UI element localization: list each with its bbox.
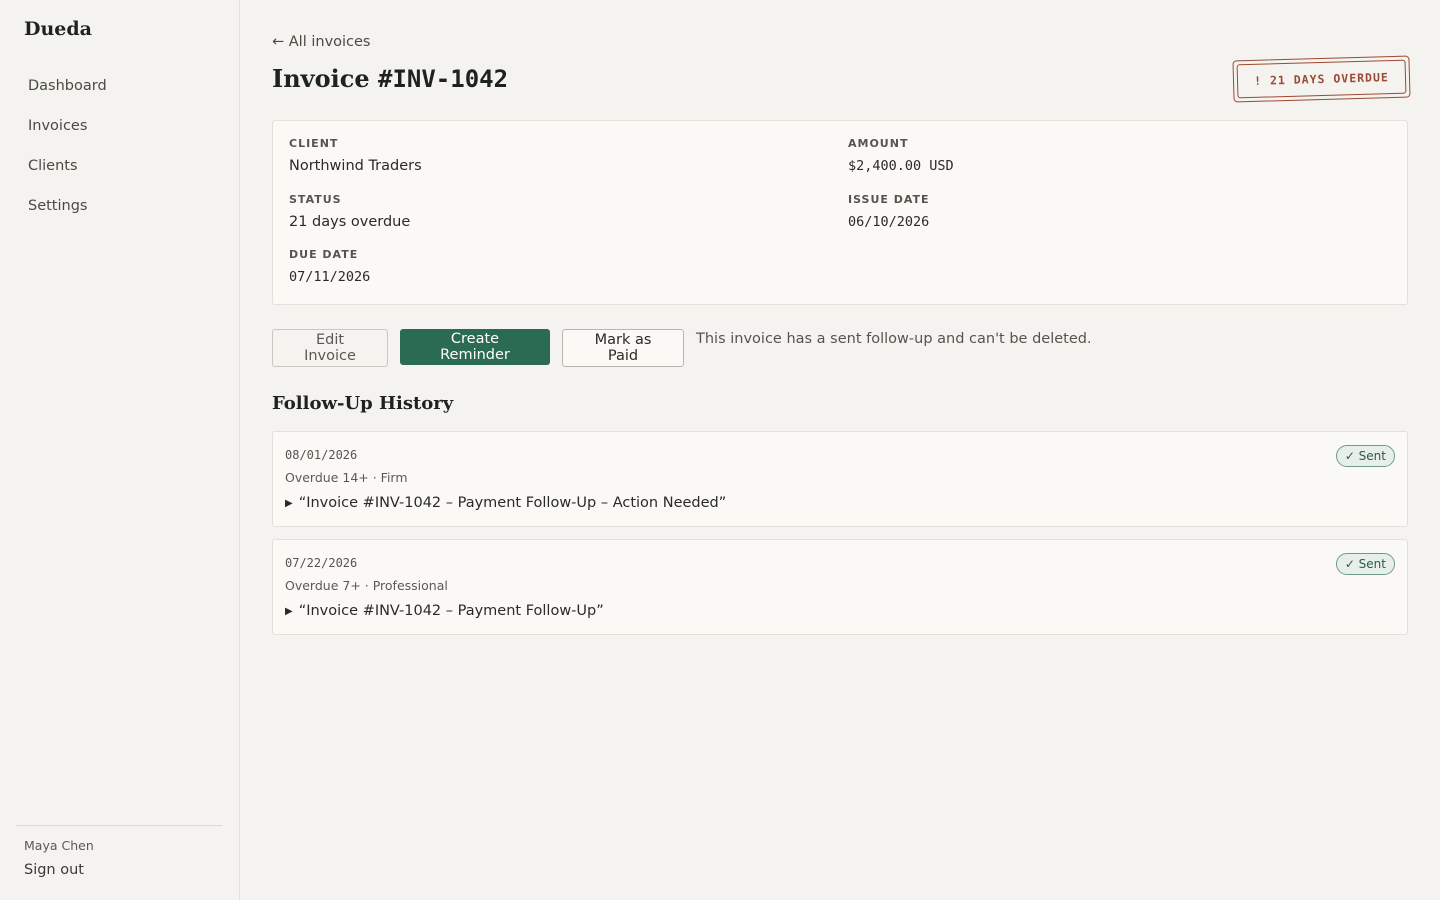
history-date: 07/22/2026 (285, 556, 358, 570)
triangle-right-icon: ▶ (285, 498, 293, 509)
history-meta: Overdue 7+ · Professional (285, 578, 448, 593)
sent-status-badge: ✓ Sent (1335, 553, 1395, 575)
mark-as-paid-button[interactable]: Mark as Paid (562, 329, 684, 367)
client-value: Northwind Traders (289, 158, 422, 174)
history-item: 07/22/2026 Overdue 7+ · Professional ▶ “I… (272, 539, 1408, 635)
due-date-value: 07/11/2026 (289, 269, 371, 285)
client-label: CLIENT (289, 137, 339, 150)
sidebar-item-dashboard[interactable]: Dashboard (16, 66, 224, 106)
invoice-actions: Edit Invoice Create Reminder Mark as Pai… (272, 329, 1408, 367)
amount-field: AMOUNT $2,400.00 USD (848, 137, 954, 174)
invoice-details-card: CLIENT Northwind Traders AMOUNT $2,400.0… (272, 120, 1408, 305)
overdue-stamp-text: ! 21 DAYS OVERDUE (1236, 59, 1407, 99)
overdue-stamp: ! 21 DAYS OVERDUE (1232, 55, 1411, 103)
user-name: Maya Chen (24, 838, 94, 853)
status-field: STATUS 21 days overdue (289, 193, 410, 230)
history-subject-toggle[interactable]: ▶ “Invoice #INV-1042 – Payment Follow-Up” (285, 603, 604, 619)
due-date-field: DUE DATE 07/11/2026 (289, 248, 370, 285)
amount-label: AMOUNT (848, 137, 909, 150)
create-reminder-button[interactable]: Create Reminder (400, 329, 550, 365)
status-label: STATUS (289, 193, 342, 206)
brand-logo[interactable]: Dueda (24, 18, 92, 40)
edit-invoice-button[interactable]: Edit Invoice (272, 329, 388, 367)
history-item: 08/01/2026 Overdue 14+ · Firm ▶ “Invoice … (272, 431, 1408, 527)
history-date: 08/01/2026 (285, 448, 358, 462)
sidebar-nav: Dashboard Invoices Clients Settings (16, 66, 224, 226)
sent-status-badge: ✓ Sent (1335, 445, 1395, 467)
client-field: CLIENT Northwind Traders (289, 137, 422, 174)
back-to-invoices-link[interactable]: ← All invoices (272, 34, 371, 50)
sidebar: Dueda Dashboard Invoices Clients Setting… (0, 0, 240, 900)
issue-date-label: ISSUE DATE (848, 193, 930, 206)
history-subject: “Invoice #INV-1042 – Payment Follow-Up –… (298, 495, 727, 511)
delete-restriction-note: This invoice has a sent follow-up and ca… (696, 331, 1092, 347)
page-title-prefix: Invoice (272, 64, 370, 93)
due-date-label: DUE DATE (289, 248, 359, 261)
page-title: Invoice #INV-1042 (272, 64, 508, 93)
sidebar-item-invoices[interactable]: Invoices (16, 106, 224, 146)
history-meta: Overdue 14+ · Firm (285, 470, 408, 485)
follow-up-history-title: Follow-Up History (272, 393, 454, 414)
issue-date-value: 06/10/2026 (848, 214, 930, 230)
history-subject-toggle[interactable]: ▶ “Invoice #INV-1042 – Payment Follow-Up … (285, 495, 726, 511)
sidebar-footer: Maya Chen Sign out (16, 825, 222, 878)
sidebar-item-clients[interactable]: Clients (16, 146, 224, 186)
invoice-number: #INV-1042 (378, 65, 509, 93)
sign-out-link[interactable]: Sign out (24, 862, 222, 878)
issue-date-field: ISSUE DATE 06/10/2026 (848, 193, 930, 230)
history-subject: “Invoice #INV-1042 – Payment Follow-Up” (298, 603, 604, 619)
triangle-right-icon: ▶ (285, 606, 293, 617)
amount-value: $2,400.00 USD (848, 158, 954, 174)
sidebar-item-settings[interactable]: Settings (16, 186, 224, 226)
status-value: 21 days overdue (289, 214, 411, 230)
